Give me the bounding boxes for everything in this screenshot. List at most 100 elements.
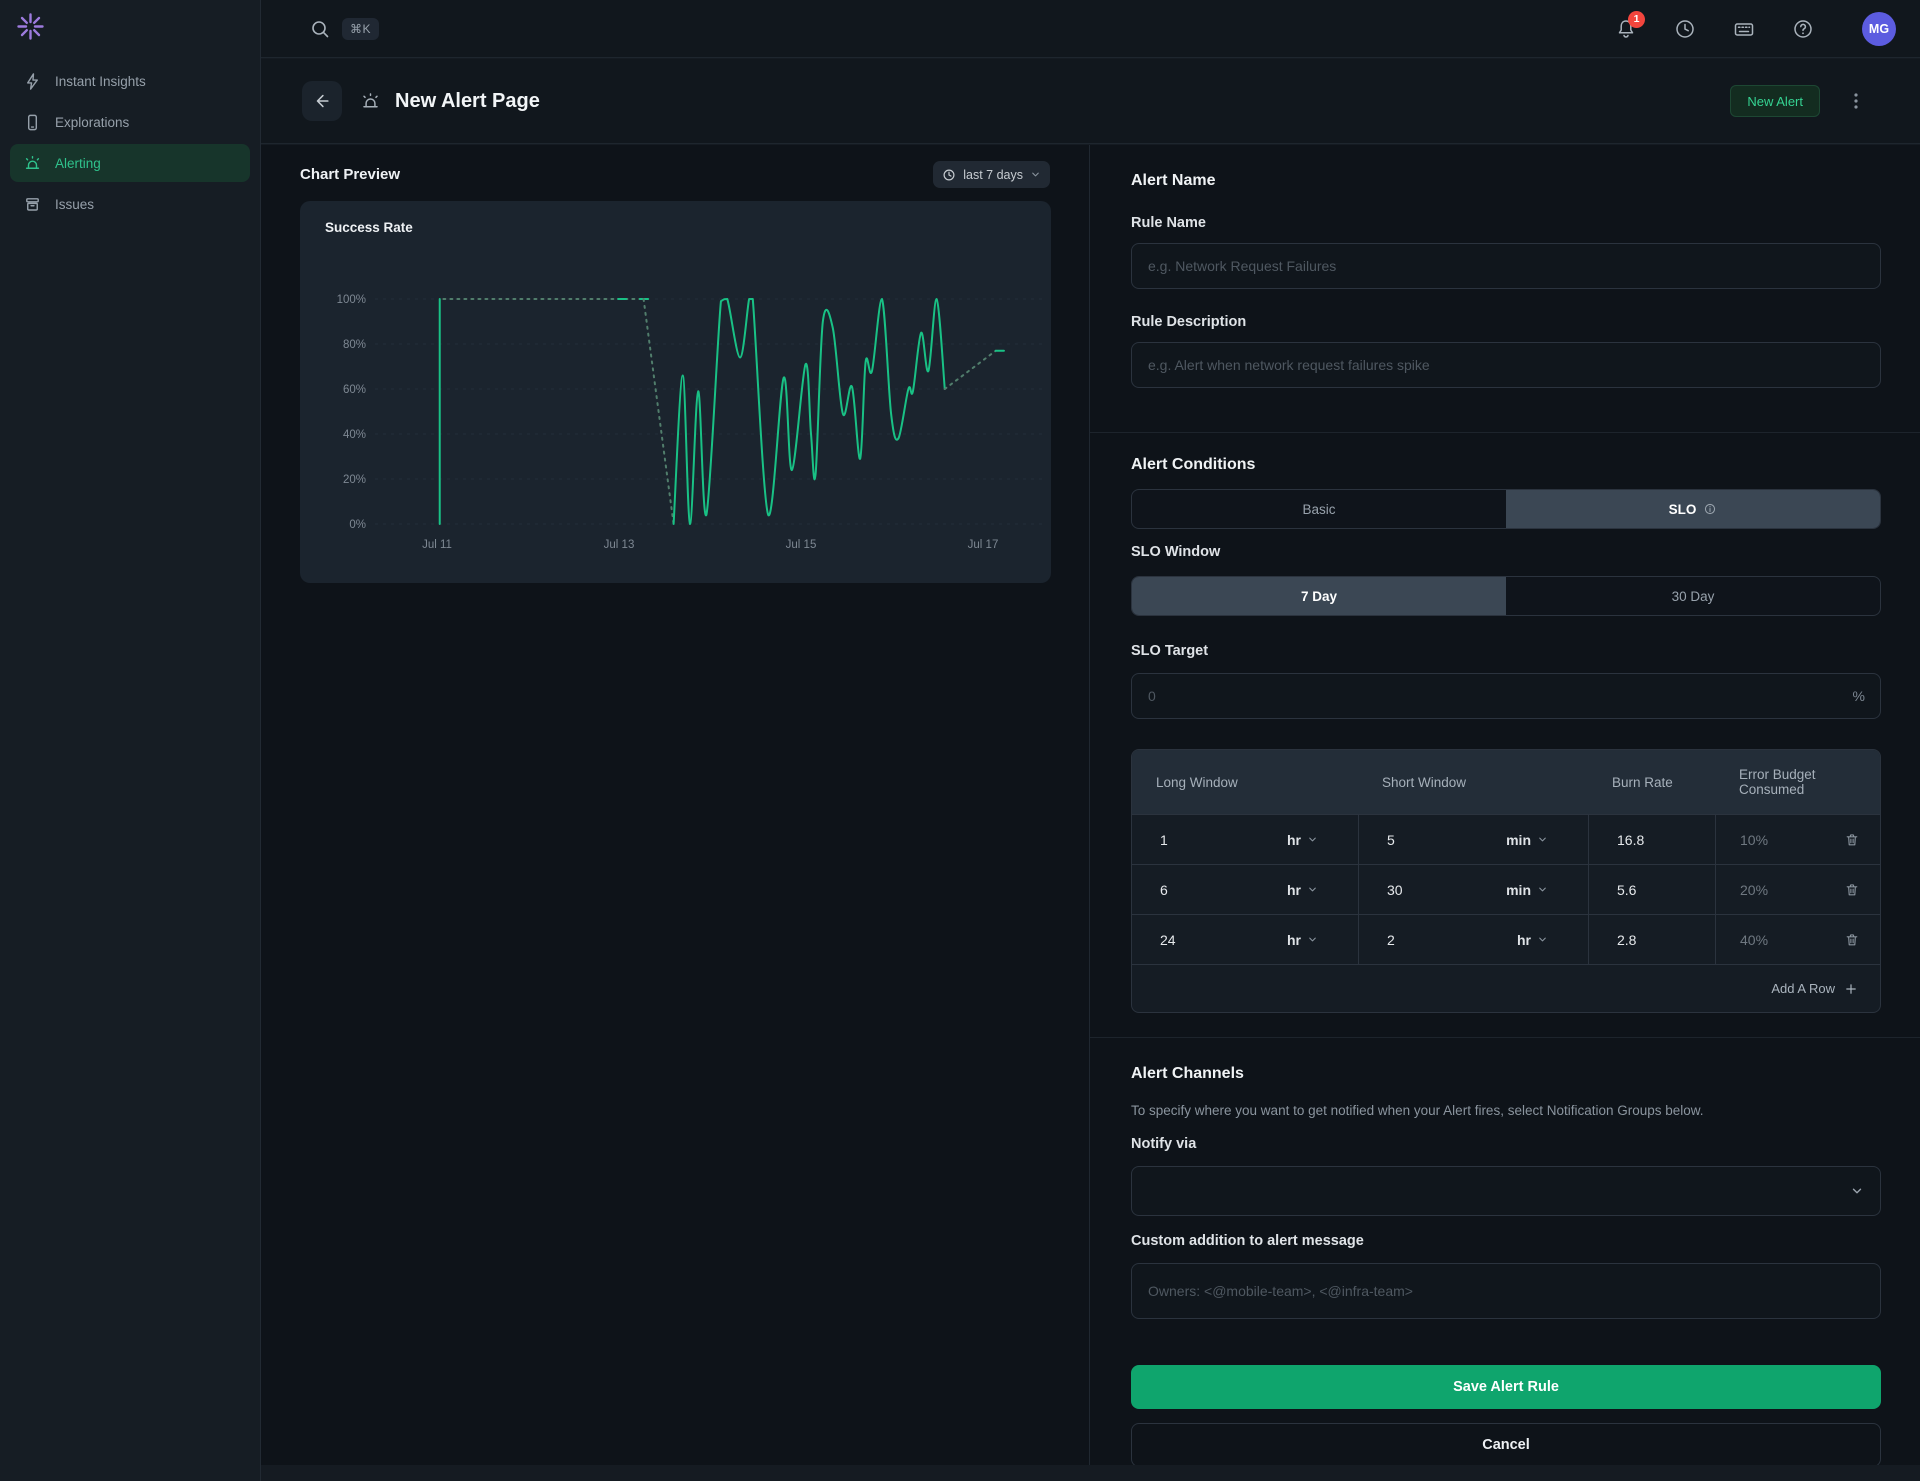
new-alert-button[interactable]: New Alert <box>1730 85 1820 117</box>
custom-addition-label: Custom addition to alert message <box>1131 1232 1881 1251</box>
sidebar-item-label: Alerting <box>55 156 101 171</box>
custom-addition-input[interactable] <box>1131 1263 1881 1319</box>
arrow-left-icon <box>313 92 331 110</box>
burn-rate-value[interactable]: 16.8 <box>1589 832 1644 848</box>
notify-via-label: Notify via <box>1131 1135 1881 1154</box>
short-window-unit-select[interactable]: hr <box>1517 932 1588 948</box>
error-budget-value: 40% <box>1716 932 1768 948</box>
alert-conditions-heading: Alert Conditions <box>1131 455 1881 475</box>
delete-row-icon[interactable] <box>1844 882 1860 898</box>
avatar[interactable]: MG <box>1862 12 1896 46</box>
notification-count-badge: 1 <box>1628 11 1645 28</box>
long-window-value[interactable]: 1 <box>1132 832 1168 848</box>
long-window-value[interactable]: 24 <box>1132 932 1176 948</box>
page-title: New Alert Page <box>395 90 540 113</box>
time-range-selector[interactable]: last 7 days <box>933 161 1050 188</box>
keyboard-icon <box>1733 18 1755 40</box>
slo-window-label: SLO Window <box>1131 543 1881 562</box>
search-shortcut-badge: ⌘K <box>342 18 379 40</box>
column-header: Error Budget Consumed <box>1715 750 1880 814</box>
topbar: ⌘K 1 MG <box>261 0 1920 58</box>
burn-rate-value[interactable]: 5.6 <box>1589 882 1636 898</box>
rule-name-input[interactable] <box>1131 243 1881 289</box>
svg-text:100%: 100% <box>337 294 366 306</box>
device-icon <box>23 113 42 132</box>
notifications-button[interactable]: 1 <box>1615 18 1637 40</box>
svg-text:Jul 15: Jul 15 <box>786 539 817 551</box>
table-row: 24 hr 2 hr 2.8 <box>1132 914 1880 964</box>
archive-icon <box>23 195 42 214</box>
svg-text:40%: 40% <box>343 429 366 441</box>
burn-rate-value[interactable]: 2.8 <box>1589 932 1636 948</box>
alert-channels-heading: Alert Channels <box>1131 1064 1881 1084</box>
short-window-value[interactable]: 30 <box>1359 882 1403 898</box>
sidebar-item-label: Instant Insights <box>55 74 146 89</box>
alert-conditions-section: Alert Conditions Basic SLO SLO Window 7 … <box>1090 432 1920 1013</box>
success-rate-chart: 100%80%60%40%20%0%Jul 11Jul 13Jul 15Jul … <box>300 201 1051 583</box>
sidebar-item-label: Explorations <box>55 115 129 130</box>
condition-tab-slo[interactable]: SLO <box>1506 490 1880 528</box>
alert-name-heading: Alert Name <box>1131 171 1881 191</box>
time-range-label: last 7 days <box>963 168 1023 182</box>
cancel-button[interactable]: Cancel <box>1131 1423 1881 1465</box>
save-alert-rule-button[interactable]: Save Alert Rule <box>1131 1365 1881 1409</box>
short-window-value[interactable]: 5 <box>1359 832 1395 848</box>
long-window-unit-select[interactable]: hr <box>1287 882 1358 898</box>
svg-text:80%: 80% <box>343 339 366 351</box>
sidebar-item-alerting[interactable]: Alerting <box>10 144 250 182</box>
rule-description-input[interactable] <box>1131 342 1881 388</box>
shortcuts-button[interactable] <box>1733 18 1755 40</box>
table-row: 6 hr 30 min 5.6 <box>1132 864 1880 914</box>
delete-row-icon[interactable] <box>1844 832 1860 848</box>
sidebar-item-instant-insights[interactable]: Instant Insights <box>10 62 250 100</box>
delete-row-icon[interactable] <box>1844 932 1860 948</box>
condition-tab-basic[interactable]: Basic <box>1132 490 1506 528</box>
svg-text:20%: 20% <box>343 474 366 486</box>
burn-rate-table: Long Window Short Window Burn Rate Error… <box>1131 749 1881 1013</box>
history-button[interactable] <box>1674 18 1696 40</box>
chevron-down-icon <box>1537 934 1548 945</box>
global-search[interactable]: ⌘K <box>310 18 379 40</box>
help-icon <box>1792 18 1814 40</box>
rule-description-label: Rule Description <box>1131 313 1881 332</box>
chevron-down-icon <box>1537 834 1548 845</box>
app-logo-icon[interactable] <box>17 13 44 40</box>
help-button[interactable] <box>1792 18 1814 40</box>
short-window-unit-select[interactable]: min <box>1506 832 1588 848</box>
sidebar-item-label: Issues <box>55 197 94 212</box>
long-window-unit-select[interactable]: hr <box>1287 932 1358 948</box>
svg-text:Jul 17: Jul 17 <box>968 539 999 551</box>
rule-name-label: Rule Name <box>1131 214 1881 233</box>
sidebar-item-issues[interactable]: Issues <box>10 185 250 223</box>
siren-icon <box>23 154 42 173</box>
window-tab-7day[interactable]: 7 Day <box>1132 577 1506 615</box>
alert-channels-description: To specify where you want to get notifie… <box>1131 1102 1881 1119</box>
table-header-row: Long Window Short Window Burn Rate Error… <box>1132 750 1880 814</box>
error-budget-value: 20% <box>1716 882 1768 898</box>
alert-channels-section: Alert Channels To specify where you want… <box>1090 1037 1920 1465</box>
svg-text:60%: 60% <box>343 384 366 396</box>
clock-icon <box>942 168 956 182</box>
sidebar-item-explorations[interactable]: Explorations <box>10 103 250 141</box>
column-header: Burn Rate <box>1588 750 1715 814</box>
more-options-icon[interactable] <box>1846 91 1866 111</box>
slo-target-input[interactable] <box>1131 673 1881 719</box>
long-window-value[interactable]: 6 <box>1132 882 1168 898</box>
add-row-button[interactable]: Add A Row <box>1771 981 1858 996</box>
slo-window-toggle: 7 Day 30 Day <box>1131 576 1881 616</box>
chevron-down-icon <box>1307 934 1318 945</box>
long-window-unit-select[interactable]: hr <box>1287 832 1358 848</box>
page-header: New Alert Page New Alert <box>261 59 1920 144</box>
svg-text:Jul 13: Jul 13 <box>604 539 635 551</box>
back-button[interactable] <box>302 81 342 121</box>
column-header: Long Window <box>1132 750 1358 814</box>
chevron-down-icon <box>1307 834 1318 845</box>
short-window-value[interactable]: 2 <box>1359 932 1395 948</box>
notify-via-select[interactable] <box>1131 1166 1881 1216</box>
clock-icon <box>1674 18 1696 40</box>
chevron-down-icon <box>1307 884 1318 895</box>
short-window-unit-select[interactable]: min <box>1506 882 1588 898</box>
sidebar: Instant Insights Explorations Alerting <box>0 0 261 1481</box>
chart-card: Success Rate 100%80%60%40%20%0%Jul 11Jul… <box>300 201 1051 583</box>
window-tab-30day[interactable]: 30 Day <box>1506 577 1880 615</box>
